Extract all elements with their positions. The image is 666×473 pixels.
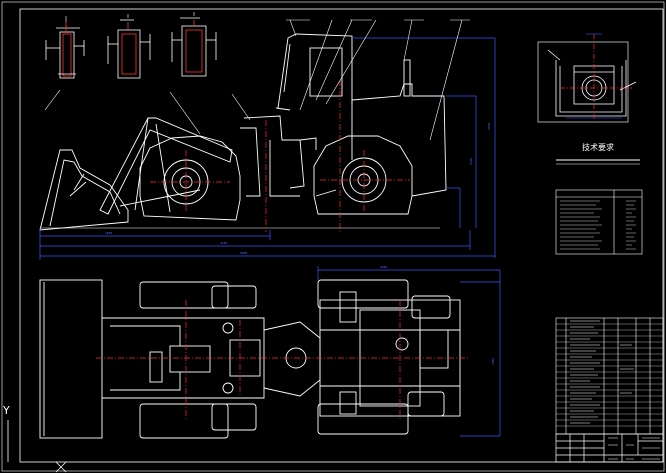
svg-text:2850: 2850 <box>491 358 495 365</box>
svg-text:3200: 3200 <box>487 123 491 130</box>
rear-wheel <box>313 135 413 215</box>
svg-text:1850: 1850 <box>105 231 112 235</box>
cad-drawing: 1850 3150 5800 3200 2100 2460 2850 技术要求 … <box>1 1 665 473</box>
section-detail-2 <box>107 19 151 79</box>
technical-requirements: 技术要求 <box>556 142 640 165</box>
section-detail-3 <box>171 17 217 77</box>
leader-lines <box>44 12 470 141</box>
tech-requirements-title: 技术要求 <box>582 142 614 152</box>
svg-text:2100: 2100 <box>469 158 473 165</box>
drawing-frame <box>1 1 665 472</box>
ucs-y-label: Y <box>2 404 10 417</box>
boom-arm <box>99 117 233 215</box>
right-detail-centerlines <box>560 34 632 120</box>
svg-text:2460: 2460 <box>380 265 387 269</box>
section-detail-group <box>45 17 217 79</box>
front-tire-bottom <box>139 403 229 439</box>
rear-tire-top <box>317 279 409 309</box>
plan-view <box>39 279 461 439</box>
rear-tire-bottom <box>317 403 409 435</box>
engine-housing <box>351 83 447 197</box>
svg-text:3150: 3150 <box>220 241 227 245</box>
side-view-dimensions <box>39 37 496 260</box>
side-view <box>39 33 447 231</box>
bucket-plan <box>39 279 103 439</box>
plan-view-dimensions <box>317 266 501 437</box>
section-detail-1 <box>45 22 85 79</box>
side-view-centerlines <box>150 80 410 232</box>
svg-text:5800: 5800 <box>240 251 247 255</box>
parts-list <box>555 317 664 435</box>
front-wheel <box>139 135 241 221</box>
parameters-table-rows <box>560 200 636 250</box>
right-detail-view <box>537 41 637 123</box>
bucket-outline <box>39 149 129 231</box>
parameters-table <box>555 189 643 255</box>
